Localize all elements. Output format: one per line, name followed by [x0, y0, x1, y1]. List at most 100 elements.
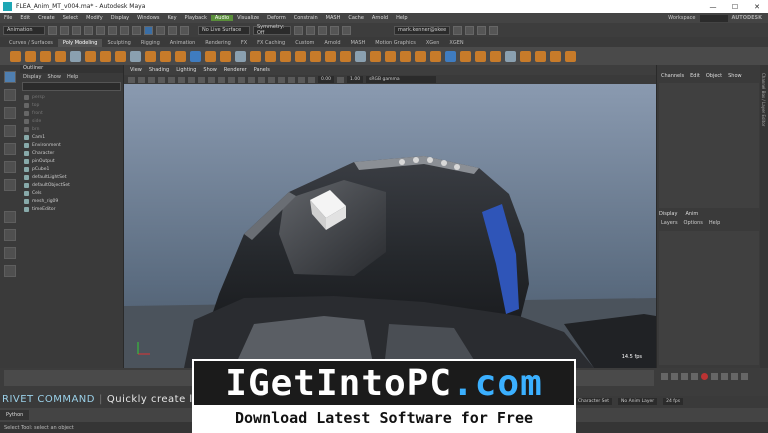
- resolution-gate-icon[interactable]: [188, 76, 195, 83]
- xray-icon[interactable]: [308, 76, 315, 83]
- live-surface-dropdown[interactable]: No Live Surface: [198, 25, 250, 35]
- shelf-sew-uv-icon[interactable]: [535, 50, 546, 62]
- outliner-item[interactable]: top: [20, 101, 123, 109]
- shelf-quad-draw-icon[interactable]: [400, 50, 411, 62]
- edit-menu[interactable]: Edit: [690, 73, 700, 79]
- outliner-search-input[interactable]: [22, 82, 121, 91]
- outliner-item[interactable]: timeEditor: [20, 205, 123, 213]
- shelf-pipe-icon[interactable]: [130, 50, 141, 62]
- outliner-item[interactable]: defaultObjectSet: [20, 181, 123, 189]
- shelf-smooth-icon[interactable]: [235, 50, 246, 62]
- field-chart-icon[interactable]: [208, 76, 215, 83]
- shelf-tab-arnold[interactable]: Arnold: [319, 39, 345, 47]
- shelf-disc-icon[interactable]: [100, 50, 111, 62]
- go-to-end-icon[interactable]: [741, 373, 748, 380]
- scale-tool-icon[interactable]: [4, 161, 16, 173]
- channel-box-icon[interactable]: [489, 25, 498, 35]
- shelf-multi-cut-icon[interactable]: [340, 50, 351, 62]
- exposure-field[interactable]: 0.00: [318, 76, 335, 83]
- snap-view-icon[interactable]: [180, 25, 189, 35]
- shelf-cut-uv-icon[interactable]: [520, 50, 531, 62]
- options-menu[interactable]: Options: [684, 220, 703, 226]
- record-icon[interactable]: [701, 373, 708, 380]
- shelf-tab-fx-caching[interactable]: FX Caching: [252, 39, 290, 47]
- render-settings-icon[interactable]: [318, 25, 327, 35]
- shelf-mirror-icon[interactable]: [265, 50, 276, 62]
- select-camera-icon[interactable]: [128, 76, 135, 83]
- help-menu[interactable]: Help: [709, 220, 720, 226]
- lasso-tool-icon[interactable]: [4, 89, 16, 101]
- snap-point-icon[interactable]: [168, 25, 177, 35]
- select-object-icon[interactable]: [120, 25, 129, 35]
- shelf-planar-map-icon[interactable]: [460, 50, 471, 62]
- tab-display[interactable]: Display: [659, 211, 677, 217]
- menu-edit[interactable]: Edit: [16, 15, 34, 21]
- shadows-icon[interactable]: [268, 76, 275, 83]
- viewport-menu-show[interactable]: Show: [203, 67, 217, 73]
- outliner-item[interactable]: Cels: [20, 189, 123, 197]
- shelf-tab-animation[interactable]: Animation: [165, 39, 201, 47]
- outliner-item[interactable]: side: [20, 117, 123, 125]
- tool-settings-icon[interactable]: [477, 25, 486, 35]
- shelf-boolean-icon[interactable]: [250, 50, 261, 62]
- shelf-cube-icon[interactable]: [25, 50, 36, 62]
- outliner-item[interactable]: front: [20, 109, 123, 117]
- close-button[interactable]: ✕: [746, 3, 768, 11]
- graph-layout-icon[interactable]: [4, 265, 16, 277]
- viewport-menu-renderer[interactable]: Renderer: [224, 67, 247, 73]
- safe-action-icon[interactable]: [218, 76, 225, 83]
- snap-grid-icon[interactable]: [144, 25, 153, 35]
- outliner-item[interactable]: brn: [20, 125, 123, 133]
- rotate-tool-icon[interactable]: [4, 143, 16, 155]
- ipr-render-icon[interactable]: [306, 25, 315, 35]
- render-view-icon[interactable]: [342, 25, 351, 35]
- outliner-item[interactable]: pinOutput: [20, 157, 123, 165]
- snap-curve-icon[interactable]: [156, 25, 165, 35]
- ambient-occlusion-icon[interactable]: [278, 76, 285, 83]
- shelf-tab-motion-graphics[interactable]: Motion Graphics: [370, 39, 421, 47]
- outliner-layout-icon[interactable]: [4, 247, 16, 259]
- play-forwards-icon[interactable]: [711, 373, 718, 380]
- channels-menu[interactable]: Channels: [661, 73, 684, 79]
- shelf-tab-curves-surfaces[interactable]: Curves / Surfaces: [4, 39, 58, 47]
- open-scene-icon[interactable]: [60, 25, 69, 35]
- shelf-tab-custom[interactable]: Custom: [290, 39, 319, 47]
- shelf-tab-rendering[interactable]: Rendering: [200, 39, 236, 47]
- shelf-tab-mash[interactable]: MASH: [346, 39, 371, 47]
- menu-playback[interactable]: Playback: [181, 15, 211, 21]
- save-scene-icon[interactable]: [72, 25, 81, 35]
- shelf-offset-loop-icon[interactable]: [430, 50, 441, 62]
- outliner-menu-show[interactable]: Show: [47, 74, 61, 80]
- undo-icon[interactable]: [84, 25, 93, 35]
- paint-select-icon[interactable]: [4, 107, 16, 119]
- maximize-button[interactable]: ☐: [724, 3, 746, 11]
- go-to-start-icon[interactable]: [661, 373, 668, 380]
- shelf-tab-poly-modeling[interactable]: Poly Modeling: [57, 39, 103, 47]
- select-component-icon[interactable]: [132, 25, 141, 35]
- new-scene-icon[interactable]: [48, 25, 57, 35]
- hypershade-icon[interactable]: [330, 25, 339, 35]
- menu-key[interactable]: Key: [163, 15, 180, 21]
- shelf-tab-sculpting[interactable]: Sculpting: [102, 39, 135, 47]
- menu-windows[interactable]: Windows: [133, 15, 163, 21]
- shelf-cylinder-icon[interactable]: [40, 50, 51, 62]
- side-tab-channel-box[interactable]: Channel Box / Layer Editor: [761, 73, 766, 126]
- outliner-item[interactable]: Environment: [20, 141, 123, 149]
- grid-toggle-icon[interactable]: [168, 76, 175, 83]
- shelf-spherical-map-icon[interactable]: [490, 50, 501, 62]
- menu-help[interactable]: Help: [392, 15, 411, 21]
- move-tool-icon[interactable]: [4, 125, 16, 137]
- anim-layer-dropdown[interactable]: No Anim Layer: [618, 398, 658, 405]
- minimize-button[interactable]: —: [702, 3, 724, 11]
- object-menu[interactable]: Object: [706, 73, 722, 79]
- user-account-dropdown[interactable]: mark.kenner@skee: [394, 25, 450, 35]
- viewport-menu-view[interactable]: View: [130, 67, 142, 73]
- menu-mash[interactable]: MASH: [322, 15, 345, 21]
- menu-constrain[interactable]: Constrain: [290, 15, 322, 21]
- gamma-field[interactable]: 1.00: [347, 76, 364, 83]
- menu-file[interactable]: File: [0, 15, 16, 21]
- menu-set-dropdown[interactable]: Animation: [3, 25, 45, 35]
- menu-create[interactable]: Create: [34, 15, 59, 21]
- menu-select[interactable]: Select: [59, 15, 82, 21]
- menu-arnold[interactable]: Arnold: [368, 15, 392, 21]
